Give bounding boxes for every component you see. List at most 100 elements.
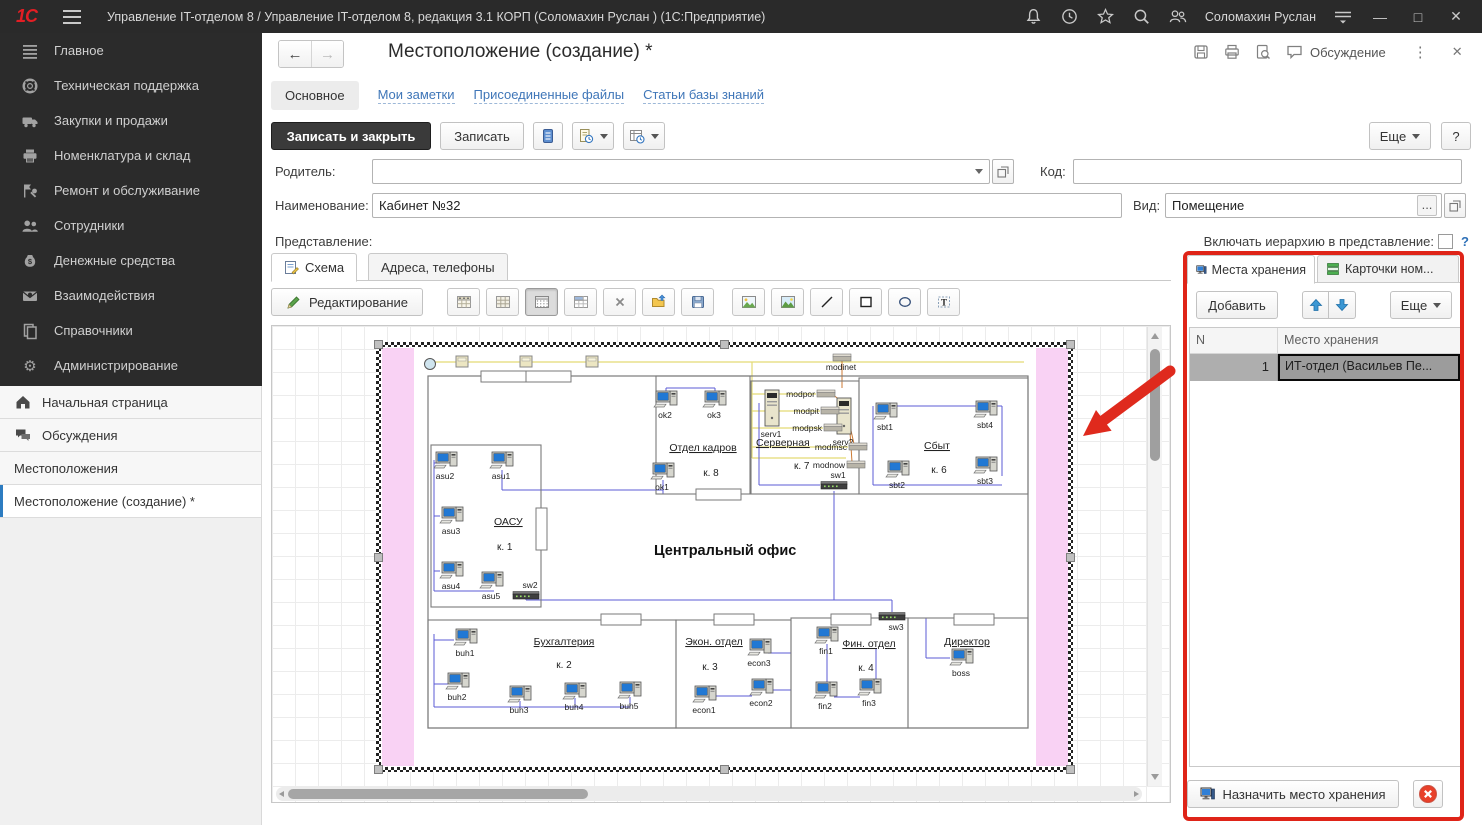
main-menu-icon[interactable] <box>63 10 81 24</box>
sidebar-item-printer[interactable]: Номенклатура и склад <box>0 138 262 173</box>
sidebar-item-tools[interactable]: Ремонт и обслуживание <box>0 173 262 208</box>
current-user-name[interactable]: Соломахин Руслан <box>1205 10 1316 24</box>
table-grid-button[interactable] <box>486 288 519 316</box>
forward-button[interactable]: → <box>311 41 343 67</box>
tab-kb-articles[interactable]: Статьи базы знаний <box>643 87 764 104</box>
file-versions-dropdown-button[interactable] <box>572 122 614 150</box>
open-window-item-3[interactable]: Местоположение (создание) * <box>0 485 261 518</box>
resize-handle-sw[interactable] <box>374 765 383 774</box>
table-merge-button[interactable] <box>564 288 597 316</box>
favorites-star-icon[interactable] <box>1093 4 1119 30</box>
resize-handle-w[interactable] <box>374 553 383 562</box>
close-form-icon[interactable]: ✕ <box>1452 44 1463 60</box>
kind-choose-button[interactable]: ... <box>1417 195 1437 216</box>
window-minimize-button[interactable]: — <box>1366 4 1394 30</box>
sidebar-item-books[interactable]: Справочники <box>0 313 262 348</box>
vertical-scrollbar[interactable] <box>1147 327 1162 786</box>
delete-storage-place-button[interactable] <box>1413 780 1443 808</box>
storage-table-row[interactable]: 1ИТ-отдел (Васильев Пе... <box>1190 354 1460 381</box>
ellipse-tool-button[interactable] <box>888 288 921 316</box>
add-storage-place-button[interactable]: Добавить <box>1196 291 1278 319</box>
move-down-button[interactable] <box>1329 291 1356 319</box>
tab-storage-places[interactable]: Места хранения <box>1187 255 1315 284</box>
table-header-button[interactable] <box>447 288 480 316</box>
open-window-item-1[interactable]: Обсуждения <box>0 419 261 452</box>
history-icon[interactable] <box>1057 4 1083 30</box>
horizontal-scroll-thumb[interactable] <box>288 789 588 799</box>
line-tool-button[interactable] <box>810 288 843 316</box>
network-hub[interactable] <box>520 356 532 367</box>
parent-dropdown-icon[interactable] <box>970 160 988 183</box>
tab-my-notes[interactable]: Мои заметки <box>378 87 455 104</box>
picture-button[interactable] <box>771 288 804 316</box>
tab-item-cards[interactable]: Карточки ном... <box>1317 255 1459 283</box>
sidebar-item-menu[interactable]: Главное <box>0 33 262 68</box>
service-menu-icon[interactable] <box>1330 4 1356 30</box>
kind-open-icon[interactable] <box>1444 193 1466 218</box>
resize-handle-e[interactable] <box>1066 553 1075 562</box>
storage-more-button[interactable]: Еще <box>1390 291 1452 319</box>
assign-storage-place-button[interactable]: Назначить место хранения <box>1187 780 1399 808</box>
more-actions-button[interactable]: Еще <box>1369 122 1431 150</box>
resize-handle-se[interactable] <box>1066 765 1075 774</box>
save-floppy-button[interactable] <box>681 288 714 316</box>
back-button[interactable]: ← <box>279 41 311 67</box>
horizontal-scrollbar[interactable] <box>276 787 1142 801</box>
window-close-button[interactable]: ✕ <box>1442 4 1470 30</box>
parent-open-icon[interactable] <box>992 159 1014 184</box>
resize-handle-ne[interactable] <box>1066 340 1075 349</box>
edit-mode-button[interactable]: Редактирование <box>271 288 423 316</box>
save-button[interactable]: Записать <box>440 122 524 150</box>
sidebar-item-mail[interactable]: Взаимодействия <box>0 278 262 313</box>
floorplan[interactable]: Отдел кадровк. 8Сервернаяк. 7Сбытк. 6ОАС… <box>414 348 1036 766</box>
search-icon[interactable] <box>1129 4 1155 30</box>
name-input[interactable] <box>372 193 1122 218</box>
picture-add-button[interactable] <box>732 288 765 316</box>
sidebar-item-money[interactable]: $Денежные средства <box>0 243 262 278</box>
folder-open-button[interactable] <box>642 288 675 316</box>
rect-tool-button[interactable] <box>849 288 882 316</box>
tab-main[interactable]: Основное <box>271 81 359 110</box>
parent-input[interactable] <box>372 159 990 184</box>
kind-input[interactable] <box>1165 193 1442 218</box>
user-sessions-icon[interactable] <box>1165 4 1191 30</box>
network-node[interactable] <box>425 359 436 370</box>
tab-schema[interactable]: Схема <box>271 253 357 282</box>
network-hub[interactable] <box>586 356 598 367</box>
save-icon[interactable] <box>1192 43 1210 61</box>
resize-handle-n[interactable] <box>720 340 729 349</box>
tab-addresses-phones[interactable]: Адреса, телефоны <box>368 253 508 281</box>
table-versions-dropdown-button[interactable] <box>623 122 665 150</box>
selected-diagram-object[interactable]: Отдел кадровк. 8Сервернаяк. 7Сбытк. 6ОАС… <box>376 342 1073 772</box>
code-input[interactable] <box>1073 159 1462 184</box>
storage-places-table[interactable]: N Место хранения 1ИТ-отдел (Васильев Пе.… <box>1189 327 1461 767</box>
help-button[interactable]: ? <box>1441 122 1471 150</box>
print-icon[interactable] <box>1223 43 1241 61</box>
column-n[interactable]: N <box>1190 328 1278 353</box>
preview-icon[interactable] <box>1254 43 1272 61</box>
schema-canvas[interactable]: Отдел кадровк. 8Сервернаяк. 7Сбытк. 6ОАС… <box>271 325 1171 803</box>
tab-attached-files[interactable]: Присоединенные файлы <box>474 87 625 104</box>
grid-dots-button[interactable] <box>525 288 558 316</box>
hierarchy-help-link[interactable]: ? <box>1461 229 1469 255</box>
network-hub[interactable] <box>456 356 468 367</box>
notifications-bell-icon[interactable] <box>1021 4 1047 30</box>
delete-x-button[interactable] <box>603 288 636 316</box>
window-maximize-button[interactable]: □ <box>1404 4 1432 30</box>
text-tool-button[interactable]: T <box>927 288 960 316</box>
sidebar-item-lifering[interactable]: Техническая поддержка <box>0 68 262 103</box>
sidebar-item-gear[interactable]: ⚙Администрирование <box>0 348 262 383</box>
open-window-item-2[interactable]: Местоположения <box>0 452 261 485</box>
save-and-close-button[interactable]: Записать и закрыть <box>271 122 431 150</box>
column-place[interactable]: Место хранения <box>1278 328 1384 353</box>
sidebar-item-truck[interactable]: Закупки и продажи <box>0 103 262 138</box>
more-menu-icon[interactable]: ⋮ <box>1413 43 1429 61</box>
hierarchy-checkbox[interactable] <box>1438 234 1453 249</box>
sidebar-item-people[interactable]: Сотрудники <box>0 208 262 243</box>
resize-handle-nw[interactable] <box>374 340 383 349</box>
storage-place-cell[interactable]: ИТ-отдел (Васильев Пе... <box>1278 354 1460 381</box>
open-window-item-0[interactable]: Начальная страница <box>0 386 261 419</box>
vertical-scroll-thumb[interactable] <box>1150 349 1160 461</box>
move-up-button[interactable] <box>1302 291 1329 319</box>
data-history-icon-button[interactable] <box>533 122 563 150</box>
